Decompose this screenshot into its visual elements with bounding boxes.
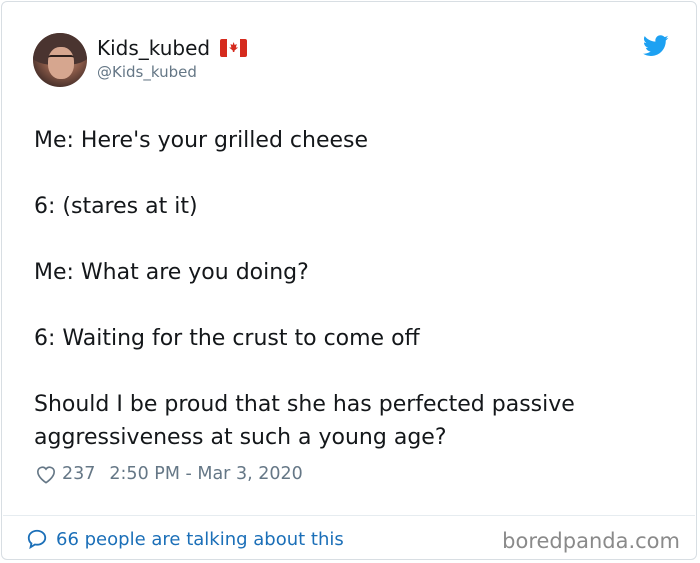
tweet-line: Should I be proud that she has perfected… <box>34 392 582 450</box>
divider <box>3 515 695 516</box>
tweet-line: 6: Waiting for the crust to come off <box>34 326 420 351</box>
conversation-link-label[interactable]: 66 people are talking about this <box>56 529 344 550</box>
tweet-card: Kids_kubed @Kids_kubed Me: Here's your g… <box>1 1 697 560</box>
author-display-name[interactable]: Kids_kubed <box>97 36 210 60</box>
tweet-meta: 237 2:50 PM - Mar 3, 2020 <box>35 464 303 484</box>
speech-bubble-icon <box>27 529 47 550</box>
author-handle[interactable]: @Kids_kubed <box>97 63 197 81</box>
tweet-line: Me: Here's your grilled cheese <box>34 128 369 153</box>
avatar-glasses <box>48 55 74 63</box>
tweet-line: 6: (stares at it) <box>34 194 198 219</box>
author-name-row[interactable]: Kids_kubed <box>97 36 248 60</box>
canada-flag-icon <box>220 39 248 57</box>
avatar-face <box>48 47 74 79</box>
avatar[interactable] <box>33 33 87 87</box>
heart-icon[interactable] <box>35 464 57 484</box>
conversation-link[interactable]: 66 people are talking about this <box>26 528 344 550</box>
tweet-timestamp[interactable]: 2:50 PM - Mar 3, 2020 <box>109 464 302 484</box>
tweet-line: Me: What are you doing? <box>34 260 309 285</box>
like-count[interactable]: 237 <box>62 464 95 484</box>
twitter-bird-icon[interactable] <box>643 35 669 57</box>
watermark: boredpanda.com <box>502 529 680 553</box>
tweet-text: Me: Here's your grilled cheese 6: (stare… <box>34 124 674 487</box>
